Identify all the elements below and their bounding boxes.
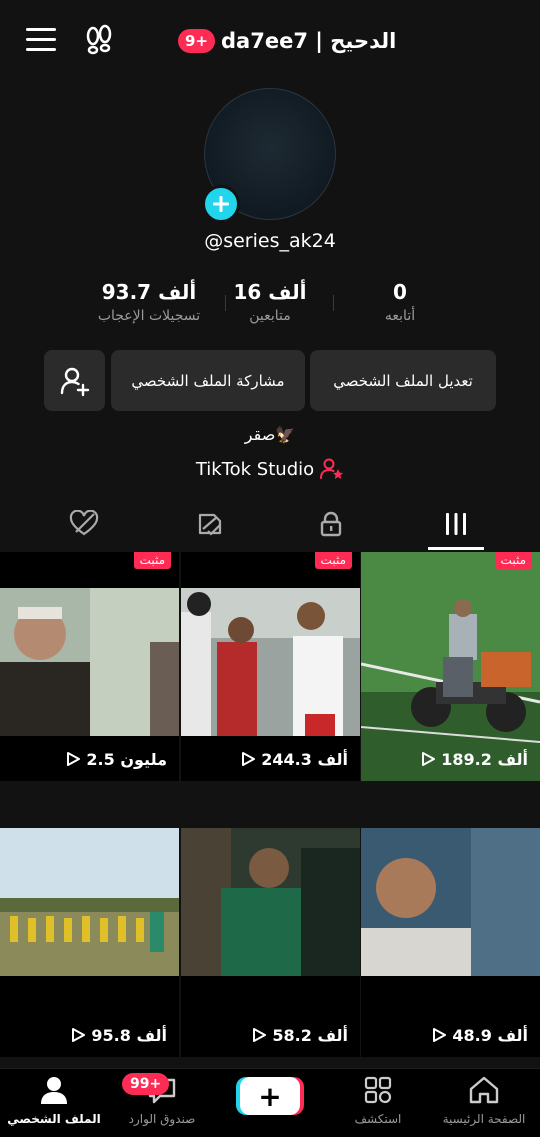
video-thumbnail[interactable]: مثبت 2.5 مليون — [0, 552, 179, 781]
play-icon — [67, 752, 81, 766]
active-tab-indicator — [428, 547, 484, 550]
profile-stats: 93.7 ألف تسجيلات الإعجاب 16 ألف متابعين … — [60, 280, 480, 340]
tab-reposts[interactable] — [190, 506, 230, 542]
username: @series_ak24 — [204, 230, 336, 252]
account-switcher[interactable]: 9+ da7ee7 | الدحيح — [178, 26, 396, 56]
home-icon — [469, 1076, 499, 1104]
edit-profile-button[interactable]: تعديل الملف الشخصي — [310, 350, 496, 411]
video-thumbnail[interactable]: 48.9 ألف — [361, 828, 540, 1057]
tab-private[interactable] — [311, 506, 351, 542]
lock-icon — [320, 511, 342, 537]
explore-icon — [364, 1076, 392, 1104]
view-count: 2.5 مليون — [0, 737, 179, 781]
view-count: 48.9 ألف — [361, 1013, 540, 1057]
stat-divider — [333, 295, 334, 311]
top-bar: 9+ da7ee7 | الدحيح — [0, 0, 540, 84]
followers-label: متابعين — [249, 308, 291, 324]
bio-text: صقر🦅 — [244, 425, 296, 444]
bottom-navigation: الصفحة الرئيسية استكشف + صندوق الوارد 99… — [0, 1068, 540, 1137]
footprints-icon[interactable] — [82, 24, 116, 58]
nav-explore-label: استكشف — [354, 1112, 402, 1126]
share-profile-button[interactable]: مشاركة الملف الشخصي — [111, 350, 305, 411]
menu-icon[interactable] — [26, 28, 56, 52]
nav-profile-label: الملف الشخصي — [7, 1112, 101, 1126]
profile-icon — [41, 1077, 67, 1104]
following-label: أتابعه — [384, 308, 416, 324]
add-photo-button[interactable] — [202, 185, 240, 223]
grid-icon — [446, 513, 466, 535]
followers-stat[interactable]: 16 ألف متابعين — [230, 280, 310, 324]
play-icon — [433, 1028, 447, 1042]
following-count: 0 — [393, 280, 407, 304]
followers-count: 16 ألف — [233, 280, 307, 304]
play-icon — [422, 752, 436, 766]
view-count-text: 244.3 ألف — [261, 749, 348, 769]
account-title: da7ee7 | الدحيح — [221, 29, 397, 53]
view-count: 95.8 ألف — [0, 1013, 179, 1057]
pinned-badge: مثبت — [314, 552, 352, 569]
view-count-text: 2.5 مليون — [86, 749, 167, 769]
pinned-badge: مثبت — [494, 552, 532, 569]
video-thumbnail[interactable]: 58.2 ألف — [181, 828, 360, 1057]
likes-label: تسجيلات الإعجاب — [97, 308, 201, 324]
nav-profile[interactable]: الملف الشخصي — [4, 1075, 104, 1126]
studio-label: TikTok Studio — [195, 458, 315, 480]
tab-videos[interactable] — [436, 506, 476, 542]
notification-badge: 9+ — [178, 29, 216, 53]
view-count-text: 95.8 ألف — [91, 1025, 167, 1045]
view-count: 189.2 ألف — [361, 737, 540, 781]
repost-hidden-icon — [198, 513, 222, 536]
video-thumbnail[interactable]: مثبت 244.3 ألف — [181, 552, 360, 781]
tab-liked[interactable] — [64, 506, 104, 542]
following-stat[interactable]: 0 أتابعه — [360, 280, 440, 324]
video-thumbnail[interactable]: مثبت 189.2 ألف — [361, 552, 540, 781]
add-friends-button[interactable] — [44, 350, 105, 411]
tiktok-studio-link[interactable]: TikTok Studio — [0, 458, 540, 480]
nav-explore[interactable]: استكشف — [328, 1075, 428, 1126]
add-user-icon — [60, 367, 89, 396]
nav-home[interactable]: الصفحة الرئيسية — [434, 1075, 534, 1126]
likes-stat: 93.7 ألف تسجيلات الإعجاب — [84, 280, 214, 324]
play-icon — [253, 1028, 267, 1042]
pinned-badge: مثبت — [133, 552, 171, 569]
nav-home-label: الصفحة الرئيسية — [442, 1112, 526, 1126]
video-thumbnail[interactable]: 95.8 ألف — [0, 828, 179, 1057]
view-count: 244.3 ألف — [181, 737, 360, 781]
plus-icon — [213, 196, 229, 212]
view-count-text: 58.2 ألف — [272, 1025, 348, 1045]
content-tabs — [0, 500, 540, 550]
view-count-text: 189.2 ألف — [441, 749, 528, 769]
studio-user-icon — [320, 458, 344, 479]
view-count-text: 48.9 ألف — [452, 1025, 528, 1045]
likes-count: 93.7 ألف — [101, 280, 197, 304]
nav-inbox-label: صندوق الوارد — [128, 1112, 196, 1126]
play-icon — [72, 1028, 86, 1042]
view-count: 58.2 ألف — [181, 1013, 360, 1057]
liked-hidden-icon — [69, 510, 99, 536]
play-icon — [242, 752, 256, 766]
create-button[interactable]: + — [240, 1077, 300, 1115]
stat-divider — [225, 295, 226, 311]
inbox-badge: 99+ — [122, 1073, 170, 1095]
